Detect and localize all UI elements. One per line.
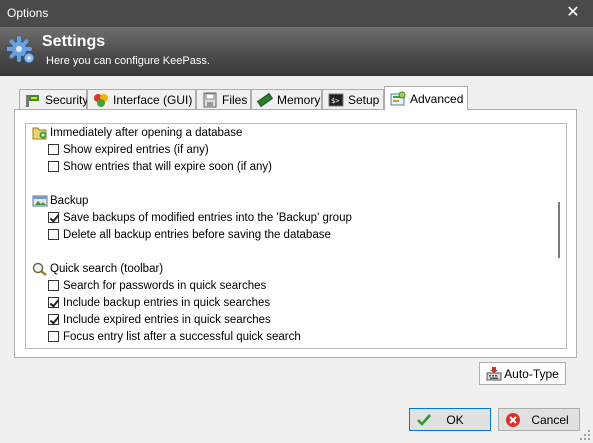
option-label: Show expired entries (if any) xyxy=(63,143,209,156)
keyboard-icon xyxy=(486,367,502,381)
checkbox[interactable] xyxy=(48,314,59,325)
group-header-backup: Backup xyxy=(32,192,88,209)
checkbox[interactable] xyxy=(48,331,59,342)
options-list[interactable]: Immediately after opening a database Sho… xyxy=(25,123,567,349)
group-header-quick-search: Quick search (toolbar) xyxy=(32,260,163,277)
option-label: Delete all backup entries before saving … xyxy=(63,228,331,241)
tab-label: Interface (GUI) xyxy=(113,92,193,107)
advanced-panel: Immediately after opening a database Sho… xyxy=(14,109,577,358)
checkbox[interactable] xyxy=(48,144,59,155)
title-bar: Options ✕ xyxy=(0,0,593,27)
option-label: Show entries that will expire soon (if a… xyxy=(63,160,273,173)
tab-label: Files xyxy=(222,92,248,107)
cancel-button[interactable]: Cancel xyxy=(498,408,580,431)
option-label: Save backups of modified entries into th… xyxy=(63,211,352,224)
tab-files[interactable]: Files xyxy=(196,89,251,109)
check-icon xyxy=(417,414,431,426)
settings-banner: Settings Here you can configure KeePass. xyxy=(0,27,593,76)
resize-grip-icon[interactable] xyxy=(579,429,591,441)
option-include-expired[interactable]: Include expired entries in quick searche… xyxy=(48,311,271,328)
setup-icon: $> xyxy=(328,93,344,106)
auto-type-button[interactable]: Auto-Type xyxy=(479,362,566,385)
option-delete-backups[interactable]: Delete all backup entries before saving … xyxy=(48,226,331,243)
group-header-open-database: Immediately after opening a database xyxy=(32,124,242,141)
checkbox[interactable] xyxy=(48,161,59,172)
page-subtitle: Here you can configure KeePass. xyxy=(46,55,210,67)
svg-text:$>: $> xyxy=(331,97,339,105)
page-title: Settings xyxy=(42,33,106,50)
tab-setup[interactable]: $> Setup xyxy=(322,89,384,109)
open-database-icon xyxy=(32,127,47,139)
cancel-label: Cancel xyxy=(531,412,569,427)
group-label: Immediately after opening a database xyxy=(50,126,243,139)
close-icon[interactable]: ✕ xyxy=(563,3,583,23)
advanced-icon xyxy=(390,91,406,105)
tab-security[interactable]: Security xyxy=(19,89,89,109)
group-label: Backup xyxy=(50,194,89,207)
option-label: Search for passwords in quick searches xyxy=(63,279,267,292)
option-show-expiring-soon[interactable]: Show entries that will expire soon (if a… xyxy=(48,158,272,175)
backup-icon xyxy=(32,195,48,206)
option-label: Include backup entries in quick searches xyxy=(63,296,271,309)
vertical-scrollbar[interactable] xyxy=(552,124,566,348)
auto-type-label: Auto-Type xyxy=(504,366,559,381)
interface-icon xyxy=(94,93,108,107)
checkbox[interactable] xyxy=(48,229,59,240)
option-include-backup[interactable]: Include backup entries in quick searches xyxy=(48,294,270,311)
window-title: Options xyxy=(7,6,49,20)
files-icon xyxy=(203,92,217,107)
quick-search-icon xyxy=(32,262,47,276)
tab-label: Security xyxy=(45,92,89,107)
tab-label: Advanced xyxy=(410,91,464,106)
option-label: Focus entry list after a successful quic… xyxy=(63,330,301,343)
tab-memory[interactable]: Memory xyxy=(251,89,322,109)
option-show-expired[interactable]: Show expired entries (if any) xyxy=(48,141,209,158)
group-label: Quick search (toolbar) xyxy=(50,262,164,275)
tab-label: Setup xyxy=(348,92,380,107)
checkbox[interactable] xyxy=(48,212,59,223)
scrollbar-thumb[interactable] xyxy=(558,202,560,258)
option-label: Include expired entries in quick searche… xyxy=(63,313,271,326)
security-icon xyxy=(26,94,39,107)
cancel-icon xyxy=(506,413,520,427)
option-search-passwords[interactable]: Search for passwords in quick searches xyxy=(48,277,266,294)
option-save-backups[interactable]: Save backups of modified entries into th… xyxy=(48,209,352,226)
memory-icon xyxy=(257,92,273,107)
ok-button[interactable]: OK xyxy=(409,408,491,431)
checkbox[interactable] xyxy=(48,280,59,291)
option-focus-entry-list[interactable]: Focus entry list after a successful quic… xyxy=(48,328,301,345)
ok-label: OK xyxy=(446,412,464,427)
tab-advanced[interactable]: Advanced xyxy=(384,86,468,110)
checkbox[interactable] xyxy=(48,297,59,308)
tab-label: Memory xyxy=(277,92,321,107)
settings-gear-icon xyxy=(7,36,35,64)
tab-interface[interactable]: Interface (GUI) xyxy=(87,89,196,109)
